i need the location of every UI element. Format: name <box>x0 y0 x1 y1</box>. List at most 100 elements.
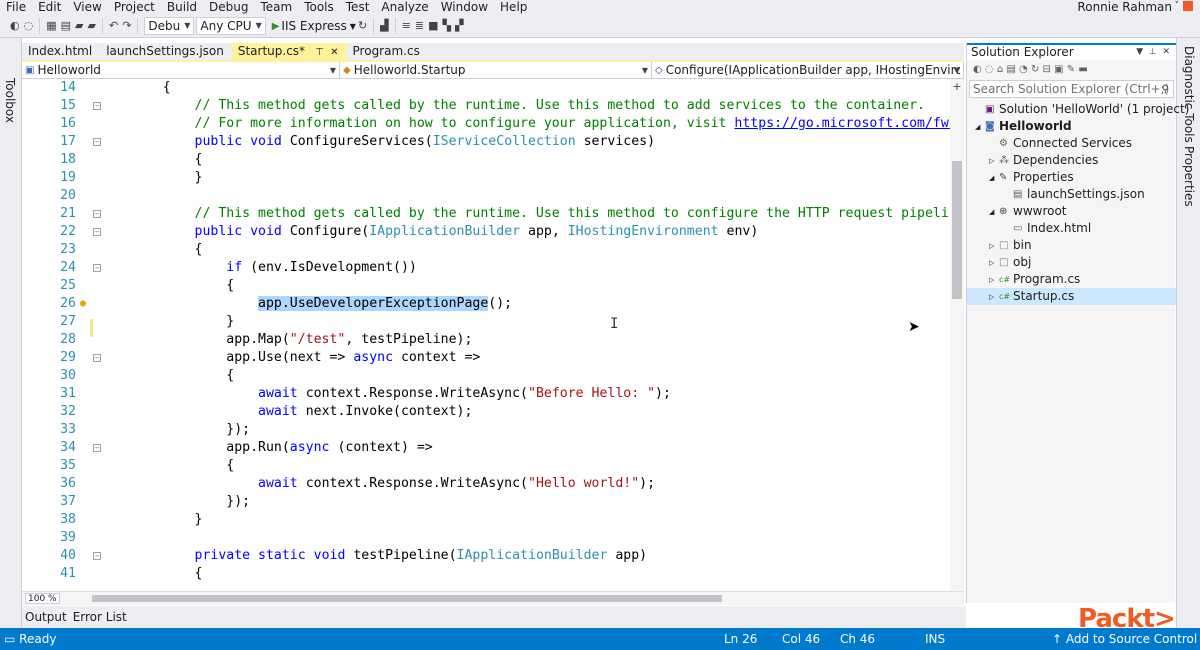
tab-index-html[interactable]: Index.html <box>22 43 100 60</box>
bookmark-prev-icon[interactable]: ▚ <box>442 16 450 36</box>
code-line[interactable]: 23 { <box>22 241 950 259</box>
code-line[interactable]: 27 } <box>22 313 950 331</box>
code-line[interactable]: 26 ● app.UseDeveloperExceptionPage(); <box>22 295 950 313</box>
back-icon[interactable]: ◐ <box>10 16 20 36</box>
code-line[interactable]: 30 { <box>22 367 950 385</box>
code-line[interactable]: 19 } <box>22 169 950 187</box>
code-line[interactable]: 15 − // This method gets called by the ru… <box>22 97 950 115</box>
search-icon[interactable]: ⚲ <box>1162 82 1169 98</box>
code-line[interactable]: 14 { <box>22 79 950 97</box>
menu-analyze[interactable]: Analyze <box>375 0 434 15</box>
zoom-select[interactable]: 100 % <box>25 593 60 604</box>
tree-item-launchsettings-json[interactable]: ▤ launchSettings.json <box>967 186 1176 203</box>
menu-project[interactable]: Project <box>108 0 161 15</box>
collapse-arrow-icon[interactable]: ◢ <box>989 204 994 221</box>
lightbulb-icon[interactable]: ● <box>80 295 86 313</box>
code-line[interactable]: 16 // For more information on how to con… <box>22 115 950 133</box>
code-line[interactable]: 34 − app.Run(async (context) => <box>22 439 950 457</box>
code-editor[interactable]: 14 {15 − // This method gets called by th… <box>22 79 950 591</box>
bookmark-icon[interactable]: ■ <box>428 16 438 36</box>
collapse-region-icon[interactable]: − <box>93 264 101 272</box>
close-icon[interactable]: ✕ <box>1162 47 1170 57</box>
member-select[interactable]: ◇ Configure(IApplicationBuilder app, IHo… <box>652 62 964 78</box>
editor-vertical-scrollbar[interactable] <box>950 79 964 591</box>
menu-help[interactable]: Help <box>494 0 533 15</box>
start-debugging-button[interactable]: ▶ IIS Express ▼ <box>272 19 356 33</box>
split-editor-icon[interactable]: + <box>950 80 964 93</box>
forward-icon[interactable]: ◌ <box>24 16 34 36</box>
close-icon[interactable]: ✕ <box>330 47 338 58</box>
properties-tab[interactable]: Properties <box>1182 146 1196 207</box>
home-icon[interactable]: ⌂ <box>997 64 1003 75</box>
solution-platform-select[interactable]: Any CPU ▼ <box>196 17 266 35</box>
switch-views-icon[interactable]: ▤ <box>1006 64 1015 75</box>
code-line[interactable]: 37 }); <box>22 493 950 511</box>
back-icon[interactable]: ◐ <box>973 64 982 75</box>
code-line[interactable]: 20 <box>22 187 950 205</box>
collapse-region-icon[interactable]: − <box>93 552 101 560</box>
expand-arrow-icon[interactable]: ▷ <box>989 153 994 170</box>
collapse-region-icon[interactable]: − <box>93 102 101 110</box>
horizontal-scroll-thumb[interactable] <box>92 595 722 602</box>
code-line[interactable]: 25 { <box>22 277 950 295</box>
code-line[interactable]: 24 − if (env.IsDevelopment()) <box>22 259 950 277</box>
menu-team[interactable]: Team <box>254 0 298 15</box>
collapse-region-icon[interactable]: − <box>93 354 101 362</box>
expand-arrow-icon[interactable]: ▷ <box>989 272 994 289</box>
code-line[interactable]: 39 <box>22 529 950 547</box>
publish-icon[interactable]: ▟ <box>380 16 388 36</box>
vertical-scroll-thumb[interactable] <box>952 161 962 299</box>
menu-tools[interactable]: Tools <box>298 0 340 15</box>
tree-item-index-html[interactable]: ▭ Index.html <box>967 220 1176 237</box>
tree-item-program-cs[interactable]: ▷ c# Program.cs <box>967 271 1176 288</box>
menu-test[interactable]: Test <box>340 0 376 15</box>
pin-icon[interactable]: ⊤ <box>315 47 324 58</box>
code-line[interactable]: 35 { <box>22 457 950 475</box>
redo-icon[interactable]: ↷ <box>122 16 131 36</box>
bookmark-next-icon[interactable]: ▞ <box>455 16 463 36</box>
code-line[interactable]: 18 { <box>22 151 950 169</box>
pin-icon[interactable]: ⊥ <box>1149 47 1157 57</box>
solution-explorer-search-input[interactable]: Search Solution Explorer (Ctrl+;) ⚲ <box>969 80 1174 98</box>
tree-item-properties[interactable]: ◢ ✎ Properties <box>967 169 1176 186</box>
save-icon[interactable]: ▰ <box>75 16 83 36</box>
sync-icon[interactable]: ↻ <box>1031 64 1039 75</box>
code-line[interactable]: 21 − // This method gets called by the ru… <box>22 205 950 223</box>
pending-changes-icon[interactable]: ◔ <box>1019 64 1028 75</box>
tree-item-startup-cs[interactable]: ▷ c# Startup.cs <box>967 288 1176 305</box>
menu-view[interactable]: View <box>67 0 107 15</box>
tab-error-list[interactable]: Error List <box>70 610 130 624</box>
user-name[interactable]: Ronnie Rahman <box>1077 0 1172 15</box>
diagnostic-tools-tab[interactable]: Diagnostic Tools <box>1182 46 1196 143</box>
undo-icon[interactable]: ↶ <box>109 16 118 36</box>
expand-arrow-icon[interactable]: ▷ <box>989 238 994 255</box>
preview-icon[interactable]: ▬ <box>1078 64 1087 75</box>
code-line[interactable]: 29 − app.Use(next => async context => <box>22 349 950 367</box>
code-line[interactable]: 22 − public void Configure(IApplicationBu… <box>22 223 950 241</box>
collapse-arrow-icon[interactable]: ◢ <box>989 170 994 187</box>
code-line[interactable]: 41 { <box>22 565 950 583</box>
properties-wrench-icon[interactable]: ✎ <box>1067 64 1075 75</box>
project-select[interactable]: ▣ Helloworld ▼ <box>22 62 340 78</box>
show-all-files-icon[interactable]: ▣ <box>1054 64 1063 75</box>
tree-item-obj[interactable]: ▷ □ obj <box>967 254 1176 271</box>
solution-configuration-select[interactable]: Debu ▼ <box>144 17 195 35</box>
tab-output[interactable]: Output <box>22 610 70 624</box>
tree-item-solution-helloworld-1-project[interactable]: ▣ Solution 'HelloWorld' (1 project) <box>967 101 1189 118</box>
tree-item-helloworld[interactable]: ◢ ◙ Helloworld <box>967 118 1176 135</box>
menu-build[interactable]: Build <box>161 0 203 15</box>
tab-program-cs[interactable]: Program.cs <box>347 43 428 60</box>
collapse-all-icon[interactable]: ⊟ <box>1043 64 1051 75</box>
tree-item-bin[interactable]: ▷ □ bin <box>967 237 1176 254</box>
chevron-down-icon[interactable]: ▼ <box>1136 47 1143 57</box>
tree-item-wwwroot[interactable]: ◢ ⊕ wwwroot <box>967 203 1176 220</box>
save-all-icon[interactable]: ▰ <box>88 16 96 36</box>
code-line[interactable]: 31 await context.Response.WriteAsync("Be… <box>22 385 950 403</box>
tab-launchsettings-json[interactable]: launchSettings.json <box>100 43 232 60</box>
code-line[interactable]: 33 }); <box>22 421 950 439</box>
class-select[interactable]: ◆ Helloworld.Startup ▼ <box>340 62 652 78</box>
code-line[interactable]: 36 await context.Response.WriteAsync("He… <box>22 475 950 493</box>
menu-edit[interactable]: Edit <box>32 0 67 15</box>
code-line[interactable]: 32 await next.Invoke(context); <box>22 403 950 421</box>
code-line[interactable]: 38 } <box>22 511 950 529</box>
